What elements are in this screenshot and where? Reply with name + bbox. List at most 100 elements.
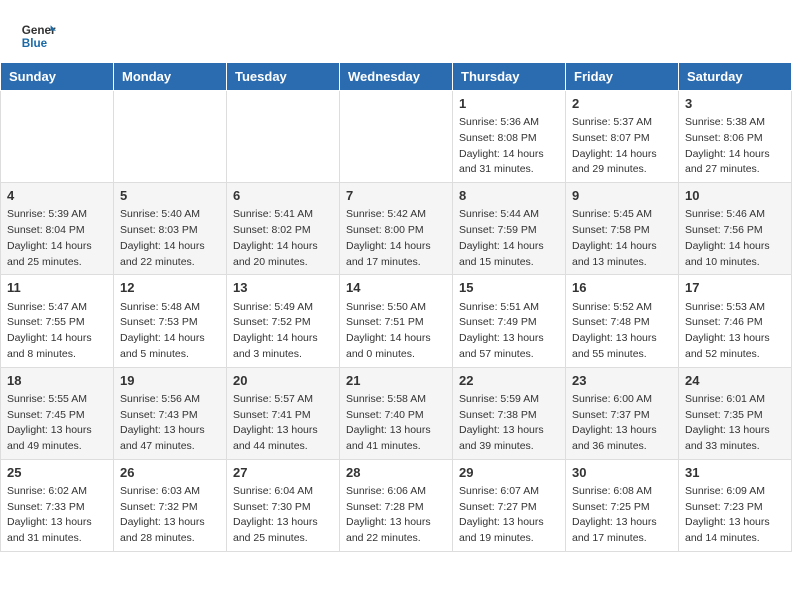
calendar-cell: 25 Sunrise: 6:02 AM Sunset: 7:33 PM Dayli… (1, 459, 114, 551)
svg-text:Blue: Blue (22, 37, 48, 50)
calendar-cell: 29 Sunrise: 6:07 AM Sunset: 7:27 PM Dayli… (453, 459, 566, 551)
day-number: 2 (572, 95, 672, 113)
day-info: Sunrise: 6:03 AM Sunset: 7:32 PM Dayligh… (120, 484, 220, 547)
calendar-week-row: 18 Sunrise: 5:55 AM Sunset: 7:45 PM Dayli… (1, 367, 792, 459)
day-info: Sunrise: 5:47 AM Sunset: 7:55 PM Dayligh… (7, 300, 107, 363)
day-info: Sunrise: 6:00 AM Sunset: 7:37 PM Dayligh… (572, 392, 672, 455)
calendar-cell: 11 Sunrise: 5:47 AM Sunset: 7:55 PM Dayli… (1, 275, 114, 367)
calendar-cell: 30Sunrise: 6:08 AM Sunset: 7:25 PM Dayli… (566, 459, 679, 551)
day-info: Sunrise: 5:45 AM Sunset: 7:58 PM Dayligh… (572, 207, 672, 270)
weekday-header-wednesday: Wednesday (340, 63, 453, 91)
day-info: Sunrise: 5:44 AM Sunset: 7:59 PM Dayligh… (459, 207, 559, 270)
day-info: Sunrise: 5:50 AM Sunset: 7:51 PM Dayligh… (346, 300, 446, 363)
day-number: 18 (7, 372, 107, 390)
day-number: 29 (459, 464, 559, 482)
day-info: Sunrise: 6:06 AM Sunset: 7:28 PM Dayligh… (346, 484, 446, 547)
day-number: 25 (7, 464, 107, 482)
day-info: Sunrise: 5:58 AM Sunset: 7:40 PM Dayligh… (346, 392, 446, 455)
calendar-week-row: 25 Sunrise: 6:02 AM Sunset: 7:33 PM Dayli… (1, 459, 792, 551)
day-info: Sunrise: 5:49 AM Sunset: 7:52 PM Dayligh… (233, 300, 333, 363)
day-number: 20 (233, 372, 333, 390)
day-info: Sunrise: 5:52 AM Sunset: 7:48 PM Dayligh… (572, 300, 672, 363)
day-number: 27 (233, 464, 333, 482)
day-number: 17 (685, 279, 785, 297)
calendar-cell: 5 Sunrise: 5:40 AM Sunset: 8:03 PM Daylig… (114, 183, 227, 275)
calendar-cell: 31 Sunrise: 6:09 AM Sunset: 7:23 PM Dayli… (679, 459, 792, 551)
calendar-week-row: 4Sunrise: 5:39 AM Sunset: 8:04 PM Daylig… (1, 183, 792, 275)
calendar-cell: 7 Sunrise: 5:42 AM Sunset: 8:00 PM Daylig… (340, 183, 453, 275)
day-info: Sunrise: 5:55 AM Sunset: 7:45 PM Dayligh… (7, 392, 107, 455)
day-info: Sunrise: 5:53 AM Sunset: 7:46 PM Dayligh… (685, 300, 785, 363)
calendar-cell: 3Sunrise: 5:38 AM Sunset: 8:06 PM Daylig… (679, 91, 792, 183)
weekday-header-row: SundayMondayTuesdayWednesdayThursdayFrid… (1, 63, 792, 91)
day-number: 31 (685, 464, 785, 482)
calendar-week-row: 11 Sunrise: 5:47 AM Sunset: 7:55 PM Dayli… (1, 275, 792, 367)
day-info: Sunrise: 6:01 AM Sunset: 7:35 PM Dayligh… (685, 392, 785, 455)
calendar-cell (340, 91, 453, 183)
logo: General Blue (20, 18, 56, 54)
day-number: 1 (459, 95, 559, 113)
calendar-cell (114, 91, 227, 183)
day-number: 19 (120, 372, 220, 390)
calendar-cell: 9 Sunrise: 5:45 AM Sunset: 7:58 PM Daylig… (566, 183, 679, 275)
calendar-cell: 24 Sunrise: 6:01 AM Sunset: 7:35 PM Dayli… (679, 367, 792, 459)
day-number: 7 (346, 187, 446, 205)
day-info: Sunrise: 5:36 AM Sunset: 8:08 PM Dayligh… (459, 115, 559, 178)
calendar-cell: 28 Sunrise: 6:06 AM Sunset: 7:28 PM Dayli… (340, 459, 453, 551)
calendar-cell: 26 Sunrise: 6:03 AM Sunset: 7:32 PM Dayli… (114, 459, 227, 551)
day-info: Sunrise: 5:42 AM Sunset: 8:00 PM Dayligh… (346, 207, 446, 270)
calendar-cell: 4Sunrise: 5:39 AM Sunset: 8:04 PM Daylig… (1, 183, 114, 275)
calendar-cell: 27 Sunrise: 6:04 AM Sunset: 7:30 PM Dayli… (227, 459, 340, 551)
calendar-cell: 14 Sunrise: 5:50 AM Sunset: 7:51 PM Dayli… (340, 275, 453, 367)
weekday-header-sunday: Sunday (1, 63, 114, 91)
day-number: 10 (685, 187, 785, 205)
calendar-cell: 1 Sunrise: 5:36 AM Sunset: 8:08 PM Daylig… (453, 91, 566, 183)
day-info: Sunrise: 6:04 AM Sunset: 7:30 PM Dayligh… (233, 484, 333, 547)
calendar-cell: 18 Sunrise: 5:55 AM Sunset: 7:45 PM Dayli… (1, 367, 114, 459)
weekday-header-thursday: Thursday (453, 63, 566, 91)
calendar-cell: 6Sunrise: 5:41 AM Sunset: 8:02 PM Daylig… (227, 183, 340, 275)
calendar-cell: 23Sunrise: 6:00 AM Sunset: 7:37 PM Dayli… (566, 367, 679, 459)
day-number: 21 (346, 372, 446, 390)
day-number: 28 (346, 464, 446, 482)
day-info: Sunrise: 5:48 AM Sunset: 7:53 PM Dayligh… (120, 300, 220, 363)
day-info: Sunrise: 6:09 AM Sunset: 7:23 PM Dayligh… (685, 484, 785, 547)
calendar-cell: 22Sunrise: 5:59 AM Sunset: 7:38 PM Dayli… (453, 367, 566, 459)
day-number: 24 (685, 372, 785, 390)
day-number: 15 (459, 279, 559, 297)
weekday-header-saturday: Saturday (679, 63, 792, 91)
day-number: 5 (120, 187, 220, 205)
day-info: Sunrise: 5:37 AM Sunset: 8:07 PM Dayligh… (572, 115, 672, 178)
calendar-cell: 2 Sunrise: 5:37 AM Sunset: 8:07 PM Daylig… (566, 91, 679, 183)
day-number: 14 (346, 279, 446, 297)
calendar-cell: 12 Sunrise: 5:48 AM Sunset: 7:53 PM Dayli… (114, 275, 227, 367)
calendar-week-row: 1 Sunrise: 5:36 AM Sunset: 8:08 PM Daylig… (1, 91, 792, 183)
day-number: 12 (120, 279, 220, 297)
day-number: 11 (7, 279, 107, 297)
calendar-cell: 21 Sunrise: 5:58 AM Sunset: 7:40 PM Dayli… (340, 367, 453, 459)
calendar-cell: 8Sunrise: 5:44 AM Sunset: 7:59 PM Daylig… (453, 183, 566, 275)
day-number: 6 (233, 187, 333, 205)
day-info: Sunrise: 5:56 AM Sunset: 7:43 PM Dayligh… (120, 392, 220, 455)
day-number: 16 (572, 279, 672, 297)
day-info: Sunrise: 6:08 AM Sunset: 7:25 PM Dayligh… (572, 484, 672, 547)
weekday-header-tuesday: Tuesday (227, 63, 340, 91)
weekday-header-monday: Monday (114, 63, 227, 91)
day-number: 4 (7, 187, 107, 205)
calendar-table: SundayMondayTuesdayWednesdayThursdayFrid… (0, 62, 792, 552)
weekday-header-friday: Friday (566, 63, 679, 91)
day-info: Sunrise: 6:07 AM Sunset: 7:27 PM Dayligh… (459, 484, 559, 547)
day-number: 9 (572, 187, 672, 205)
page-header: General Blue (0, 0, 792, 62)
day-info: Sunrise: 5:51 AM Sunset: 7:49 PM Dayligh… (459, 300, 559, 363)
day-info: Sunrise: 6:02 AM Sunset: 7:33 PM Dayligh… (7, 484, 107, 547)
logo-icon: General Blue (20, 18, 56, 54)
day-info: Sunrise: 5:40 AM Sunset: 8:03 PM Dayligh… (120, 207, 220, 270)
calendar-cell: 16 Sunrise: 5:52 AM Sunset: 7:48 PM Dayli… (566, 275, 679, 367)
day-info: Sunrise: 5:57 AM Sunset: 7:41 PM Dayligh… (233, 392, 333, 455)
calendar-cell: 17 Sunrise: 5:53 AM Sunset: 7:46 PM Dayli… (679, 275, 792, 367)
day-number: 3 (685, 95, 785, 113)
day-number: 13 (233, 279, 333, 297)
calendar-cell: 15 Sunrise: 5:51 AM Sunset: 7:49 PM Dayli… (453, 275, 566, 367)
day-number: 26 (120, 464, 220, 482)
